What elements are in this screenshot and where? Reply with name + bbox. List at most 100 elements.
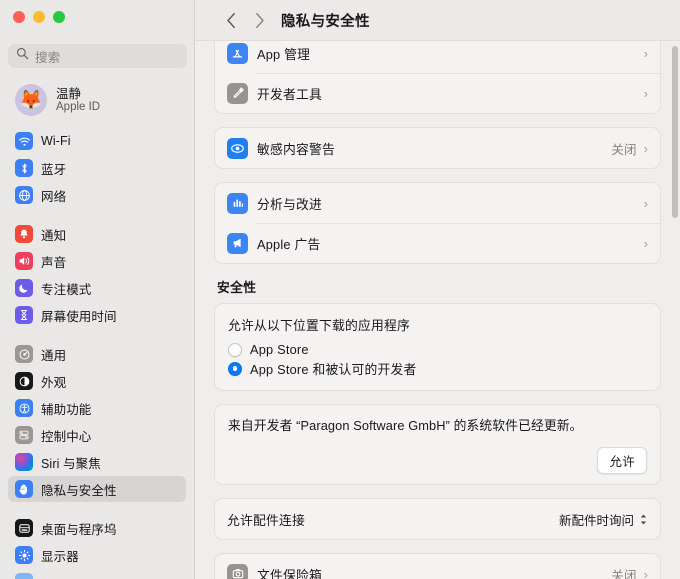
- sidebar-item-accessibility[interactable]: 辅助功能: [8, 395, 186, 421]
- accessory-popup-button[interactable]: 新配件时询问: [559, 510, 648, 529]
- accessory-connection-card: 允许配件连接 新配件时询问: [214, 498, 661, 540]
- notifications-bell-icon: [15, 225, 33, 243]
- row-app-management[interactable]: App 管理 ›: [215, 40, 660, 73]
- radio-button-selected[interactable]: [228, 361, 242, 376]
- developer-tools-hammer-icon: [227, 82, 248, 104]
- general-gear-icon: [15, 345, 33, 363]
- close-button[interactable]: [13, 11, 25, 23]
- sidebar-item-label: 隐私与安全性: [41, 483, 117, 498]
- notice-text: 来自开发者 “Paragon Software GmbH” 的系统软件已经更新。: [228, 418, 583, 433]
- radio-label: App Store: [250, 342, 309, 357]
- sidebar-item-control-center[interactable]: 控制中心: [8, 422, 186, 448]
- main-panel: 隐私与安全性 App 管理 › 开发者工具 › 敏感内容警告 关闭 › 分析与改…: [195, 0, 680, 579]
- titlebar-divider: [195, 40, 680, 41]
- sidebar-item-wifi[interactable]: Wi-Fi: [8, 128, 186, 154]
- search-field[interactable]: 搜索: [8, 44, 187, 68]
- row-label: Apple 广告: [257, 236, 321, 252]
- siri-icon: [15, 453, 33, 471]
- system-settings-window: 搜索 🦊 温静 Apple ID Wi-Fi 蓝牙 网络 通知 声音 专注模式 …: [0, 0, 680, 579]
- app-store-icon: [227, 42, 248, 64]
- partial-item-icon: [15, 573, 33, 579]
- sidebar-item-label: 外观: [41, 375, 67, 390]
- radio-button[interactable]: [228, 342, 242, 357]
- sidebar-item-desktop-dock[interactable]: 桌面与程序坞: [8, 515, 186, 541]
- sidebar-item-label: 专注模式: [41, 282, 92, 297]
- sidebar-item-sound[interactable]: 声音: [8, 248, 186, 274]
- content-scrollbar[interactable]: [672, 46, 678, 218]
- row-label: 开发者工具: [257, 86, 322, 102]
- sidebar-group-system: 通用 外观 辅助功能 控制中心 Siri 与聚焦 隐私与安全性: [0, 341, 194, 502]
- settings-card-analytics: 分析与改进 › Apple 广告 ›: [214, 182, 661, 264]
- sidebar-item-network[interactable]: 网络: [8, 182, 186, 208]
- sidebar-item-focus[interactable]: 专注模式: [8, 275, 186, 301]
- radio-label: App Store 和被认可的开发者: [250, 362, 417, 377]
- sidebar-item-privacy-security[interactable]: 隐私与安全性: [8, 476, 186, 502]
- row-value: 关闭: [611, 568, 637, 579]
- minimize-button[interactable]: [33, 11, 45, 23]
- profile-subtitle: Apple ID: [56, 100, 101, 113]
- apple-id-profile[interactable]: 🦊 温静 Apple ID: [8, 78, 187, 122]
- analytics-chart-icon: [227, 192, 248, 214]
- chevron-right-icon: ›: [643, 85, 648, 101]
- system-software-notice-card: 来自开发者 “Paragon Software GmbH” 的系统软件已经更新。…: [214, 404, 661, 485]
- sidebar-item-notifications[interactable]: 通知: [8, 221, 186, 247]
- network-globe-icon: [15, 186, 33, 204]
- row-value: 关闭: [611, 142, 637, 157]
- download-sources-card: 允许从以下位置下载的应用程序 App Store App Store 和被认可的…: [214, 303, 661, 391]
- control-center-icon: [15, 426, 33, 444]
- privacy-hand-icon: [15, 480, 33, 498]
- sound-speaker-icon: [15, 252, 33, 270]
- sidebar-group-network: Wi-Fi 蓝牙 网络: [0, 128, 194, 208]
- back-button[interactable]: [217, 6, 245, 34]
- forward-button[interactable]: [245, 6, 273, 34]
- sidebar-group-alerts: 通知 声音 专注模式 屏幕使用时间: [0, 221, 194, 328]
- radio-option-app-store[interactable]: App Store: [228, 340, 647, 359]
- row-label: App 管理: [257, 46, 311, 62]
- row-label: 文件保险箱: [257, 567, 322, 579]
- sidebar-item-label: 控制中心: [41, 429, 92, 444]
- traffic-lights: [13, 11, 65, 23]
- sidebar-item-label: Siri 与聚焦: [41, 456, 101, 471]
- sidebar: 搜索 🦊 温静 Apple ID Wi-Fi 蓝牙 网络 通知 声音 专注模式 …: [0, 0, 195, 579]
- profile-name: 温静: [56, 86, 82, 101]
- main-titlebar: 隐私与安全性: [195, 0, 680, 40]
- chevron-up-down-icon: [639, 513, 648, 526]
- row-developer-tools[interactable]: 开发者工具 ›: [215, 73, 660, 113]
- allow-button[interactable]: 允许: [597, 447, 647, 474]
- chevron-right-icon: ›: [643, 235, 648, 251]
- chevron-right-icon: ›: [643, 195, 648, 211]
- wifi-icon: [15, 132, 33, 150]
- popup-value: 新配件时询问: [558, 513, 634, 528]
- sidebar-item-label: 通知: [41, 228, 67, 243]
- chevron-right-icon: ›: [643, 140, 648, 156]
- search-icon: [16, 47, 29, 65]
- row-label: 敏感内容警告: [257, 141, 335, 157]
- settings-card-sensitive-content: 敏感内容警告 关闭 ›: [214, 127, 661, 169]
- zoom-button[interactable]: [53, 11, 65, 23]
- sidebar-item-general[interactable]: 通用: [8, 341, 186, 367]
- sidebar-item-bluetooth[interactable]: 蓝牙: [8, 155, 186, 181]
- security-section-title: 安全性: [217, 280, 257, 295]
- row-apple-advertising[interactable]: Apple 广告 ›: [215, 223, 660, 263]
- row-analytics-improvements[interactable]: 分析与改进 ›: [215, 183, 660, 223]
- row-allow-accessory-connection[interactable]: 允许配件连接 新配件时询问: [215, 499, 660, 539]
- appearance-contrast-icon: [15, 372, 33, 390]
- search-placeholder: 搜索: [35, 50, 61, 65]
- sidebar-item-label: 通用: [41, 348, 67, 363]
- sidebar-nav: Wi-Fi 蓝牙 网络 通知 声音 专注模式 屏幕使用时间 通用 外观 辅助功能…: [0, 128, 194, 579]
- radio-option-app-store-identified-developers[interactable]: App Store 和被认可的开发者: [228, 359, 647, 378]
- sidebar-item-displays[interactable]: 显示器: [8, 542, 186, 568]
- sidebar-item-partial[interactable]: [8, 569, 186, 579]
- focus-moon-icon: [15, 279, 33, 297]
- sidebar-item-siri[interactable]: Siri 与聚焦: [8, 449, 186, 475]
- row-label: 允许配件连接: [227, 512, 305, 528]
- sidebar-item-appearance[interactable]: 外观: [8, 368, 186, 394]
- chevron-right-icon: ›: [643, 566, 648, 579]
- sidebar-item-label: 网络: [41, 189, 67, 204]
- filevault-icon: [227, 563, 248, 579]
- sidebar-item-label: 声音: [41, 255, 67, 270]
- row-sensitive-content-warning[interactable]: 敏感内容警告 关闭 ›: [215, 128, 660, 168]
- row-filevault[interactable]: 文件保险箱 关闭 ›: [215, 554, 660, 579]
- accessibility-icon: [15, 399, 33, 417]
- sidebar-item-screen-time[interactable]: 屏幕使用时间: [8, 302, 186, 328]
